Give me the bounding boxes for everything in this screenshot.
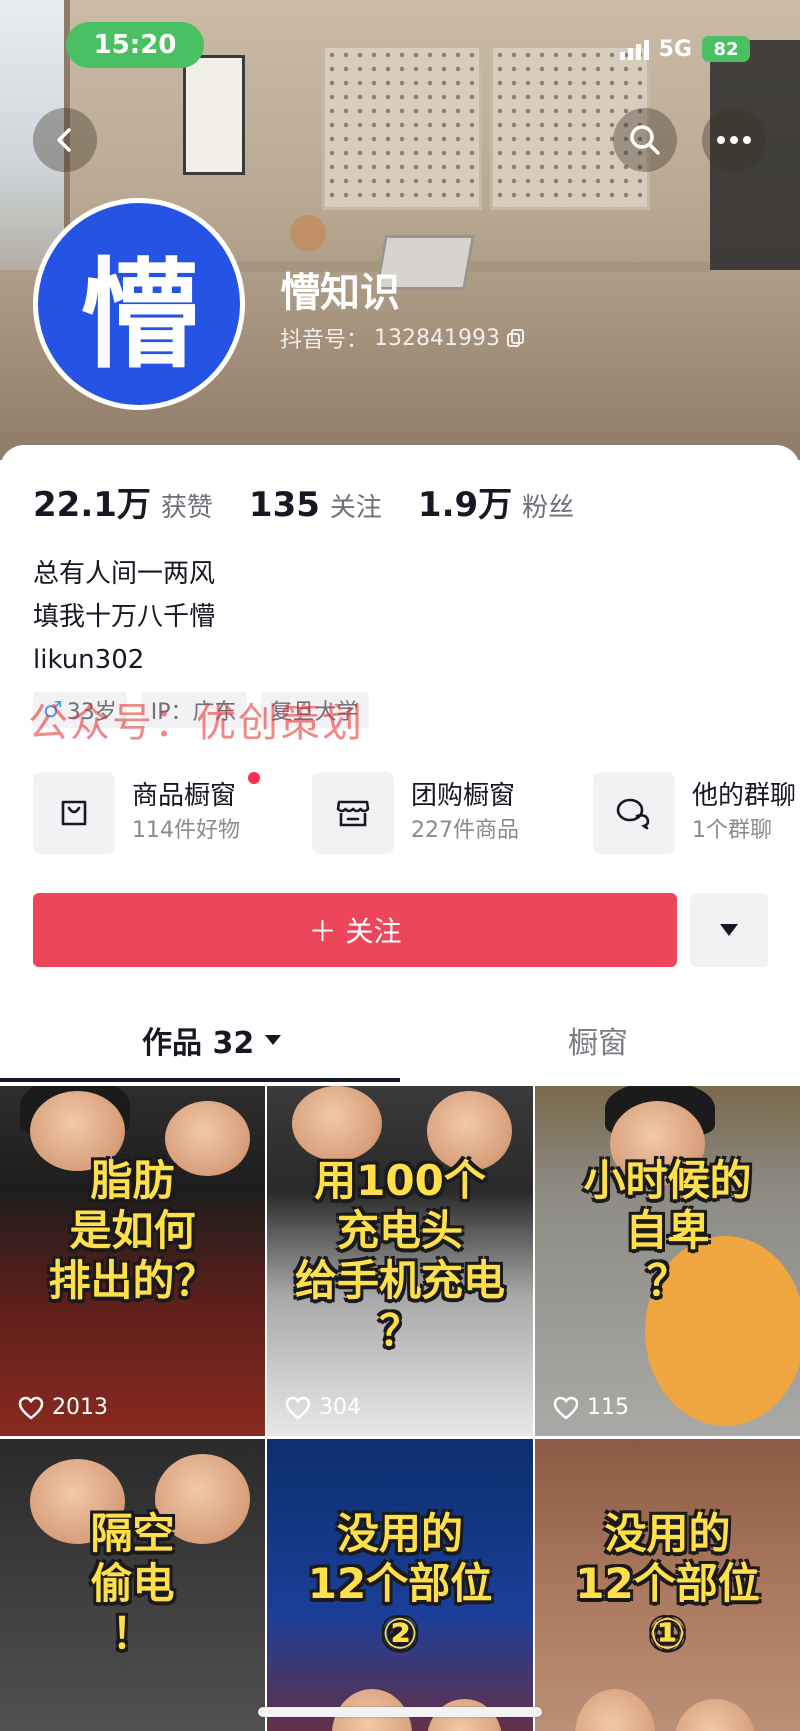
video-caption: 小时候的 自卑 ？ <box>583 1156 752 1305</box>
feature-entries: 商品橱窗 114件好物 团购橱窗 227件商品 他的群聊 1个群聊 <box>33 772 800 862</box>
feature-subtitle: 227件商品 <box>411 818 519 843</box>
stat-followers-num: 1.9万 <box>417 485 513 525</box>
shopping-bag-icon <box>33 772 115 854</box>
heart-icon <box>18 1396 44 1419</box>
video-thumbnail[interactable]: 隔空 偷电 ！ <box>0 1439 265 1731</box>
feature-subtitle: 1个群聊 <box>692 818 772 843</box>
profile-stats: 22.1万 获赞 135 关注 1.9万 粉丝 <box>33 477 574 526</box>
cover-lamp <box>290 215 326 251</box>
tab-showcase-label: 橱窗 <box>568 1026 628 1061</box>
tab-works[interactable]: 作品 32 <box>142 1005 282 1075</box>
network-type: 5G <box>658 36 692 62</box>
bio-line: 总有人间一两风 <box>33 559 216 589</box>
video-thumbnail[interactable]: 没用的 12个部位 ① <box>535 1439 800 1731</box>
battery-level: 82 <box>713 38 739 60</box>
feature-subtitle: 114件好物 <box>132 818 240 843</box>
tab-active-indicator <box>0 1078 400 1082</box>
stat-following-num: 135 <box>248 485 320 525</box>
tab-works-label: 作品 32 <box>142 1026 255 1061</box>
video-likes-count: 115 <box>587 1395 629 1420</box>
follow-button[interactable]: ＋ 关注 <box>33 893 677 967</box>
video-thumbnail[interactable]: 脂肪 是如何 排出的？ 2013 <box>0 1086 265 1436</box>
cover-pegboard-left <box>322 45 482 210</box>
stat-followers-label: 粉丝 <box>522 493 575 523</box>
follow-dropdown-button[interactable] <box>690 893 768 967</box>
video-caption: 没用的 12个部位 ② <box>307 1509 493 1658</box>
stat-following[interactable]: 135 关注 <box>249 485 382 525</box>
douyin-id-row: 抖音号： 132841993 <box>280 322 526 354</box>
search-button[interactable] <box>613 108 677 172</box>
video-likes: 115 <box>553 1395 629 1420</box>
douyin-id-value: 132841993 <box>374 325 500 351</box>
heart-icon <box>553 1396 579 1419</box>
feature-title: 他的群聊 <box>692 781 797 811</box>
stat-likes[interactable]: 22.1万 获赞 <box>33 477 213 526</box>
notification-dot <box>248 772 260 784</box>
bio-line: likun302 <box>33 645 145 675</box>
status-time: 15:20 <box>66 22 204 68</box>
douyin-id-label: 抖音号： <box>280 328 369 353</box>
feature-group-chat[interactable]: 他的群聊 1个群聊 <box>593 772 796 854</box>
chat-bubbles-icon <box>593 772 675 854</box>
battery-indicator: 82 <box>702 36 750 62</box>
feature-group-buy[interactable]: 团购橱窗 227件商品 <box>312 772 519 854</box>
bio-line: 填我十万八千懵 <box>33 602 216 632</box>
chevron-left-icon <box>57 128 71 152</box>
avatar-glyph: 懵 <box>79 245 198 384</box>
video-thumbnail[interactable]: 小时候的 自卑 ？ 115 <box>535 1086 800 1436</box>
copy-icon[interactable] <box>506 328 526 348</box>
content-tabs: 作品 32 橱窗 <box>0 1005 800 1075</box>
profile-sheet: 22.1万 获赞 135 关注 1.9万 粉丝 总有人间一两风 填我十万八千懵 … <box>0 445 800 1731</box>
profile-bio: 总有人间一两风 填我十万八千懵 likun302 <box>33 553 215 682</box>
video-grid: 脂肪 是如何 排出的？ 2013 用100个 充电头 给手机充电 ？ 304 小… <box>0 1086 800 1731</box>
video-caption: 用100个 充电头 给手机充电 ？ <box>294 1156 505 1355</box>
profile-name: 懵知识 <box>280 270 400 316</box>
video-likes-count: 304 <box>319 1395 361 1420</box>
watermark-text: 公众号：优创策划 <box>28 700 364 746</box>
video-likes-count: 2013 <box>52 1395 108 1420</box>
store-icon <box>312 772 394 854</box>
video-caption: 没用的 12个部位 ① <box>575 1509 760 1658</box>
video-likes: 304 <box>285 1395 361 1420</box>
stat-following-label: 关注 <box>329 493 382 523</box>
status-indicators: 5G 82 <box>619 36 750 62</box>
feature-product-showcase[interactable]: 商品橱窗 114件好物 <box>33 772 260 854</box>
home-indicator[interactable] <box>258 1707 542 1717</box>
feature-title: 商品橱窗 <box>132 781 237 811</box>
caret-down-icon <box>720 924 738 936</box>
caret-down-icon <box>265 1035 282 1045</box>
stat-likes-label: 获赞 <box>160 493 213 523</box>
cover-whiteboard <box>183 55 245 175</box>
more-dots-icon <box>717 136 751 144</box>
signal-icon <box>619 38 649 60</box>
video-thumbnail[interactable]: 用100个 充电头 给手机充电 ？ 304 <box>267 1086 533 1436</box>
video-caption: 隔空 偷电 ！ <box>90 1509 175 1658</box>
heart-icon <box>285 1396 311 1419</box>
back-button[interactable] <box>33 108 97 172</box>
tab-showcase[interactable]: 橱窗 <box>568 1005 628 1075</box>
follow-button-label: ＋ 关注 <box>308 915 402 948</box>
more-options-button[interactable] <box>702 108 766 172</box>
video-thumbnail[interactable]: 没用的 12个部位 ② <box>267 1439 533 1731</box>
feature-title: 团购橱窗 <box>411 781 516 811</box>
avatar[interactable]: 懵 <box>33 198 245 410</box>
stat-followers[interactable]: 1.9万 粉丝 <box>418 477 574 526</box>
stat-likes-num: 22.1万 <box>33 485 151 525</box>
search-icon <box>630 125 660 155</box>
video-likes: 2013 <box>18 1395 108 1420</box>
video-caption: 脂肪 是如何 排出的？ <box>48 1156 217 1305</box>
